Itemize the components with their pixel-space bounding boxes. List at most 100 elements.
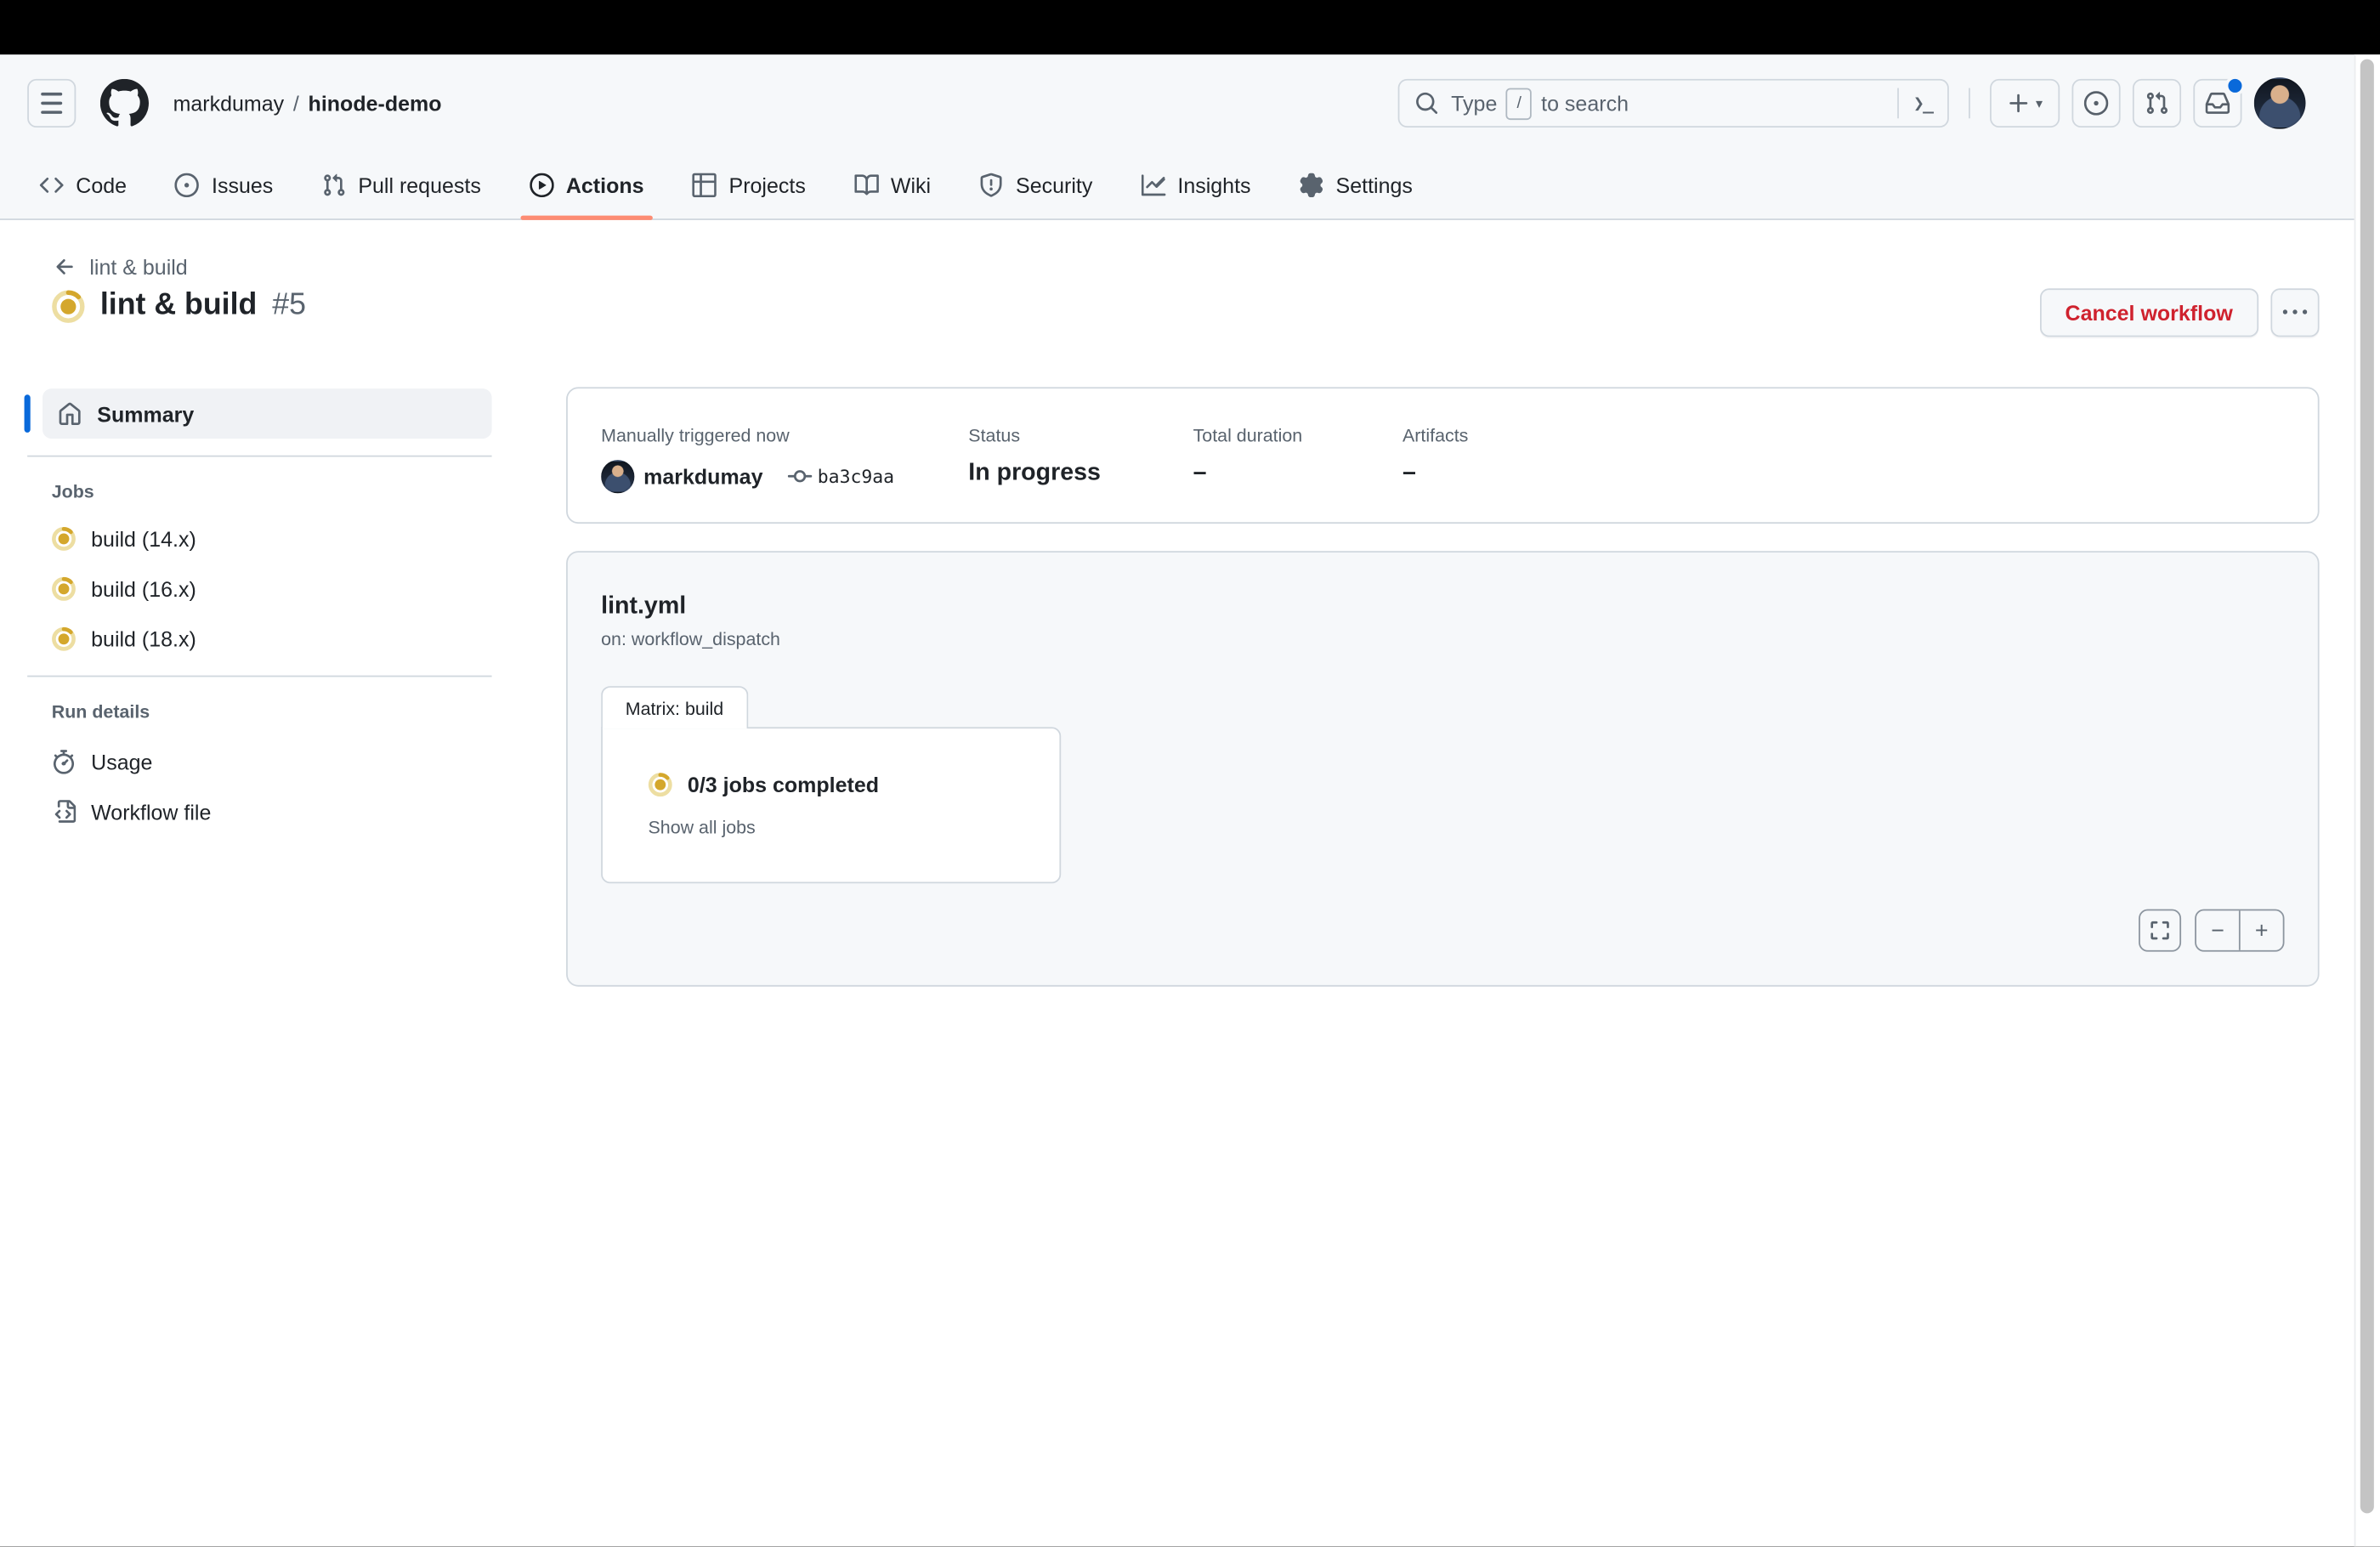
page-scrollbar — [2354, 54, 2380, 1547]
issue-opened-icon — [175, 173, 200, 198]
sidebar-item-workflow-file[interactable]: Workflow file — [27, 786, 491, 836]
trigger-label: Manually triggered now — [601, 424, 790, 446]
run-sidebar: Summary Jobs build (14.x) build (16.x) b… — [24, 388, 492, 836]
breadcrumb-owner-link[interactable]: markdumay — [173, 91, 285, 116]
jobs-list: build (14.x) build (16.x) build (18.x) — [27, 513, 491, 664]
artifacts-label: Artifacts — [1402, 424, 1469, 446]
in-progress-status-icon — [648, 773, 672, 797]
tab-settings[interactable]: Settings — [1275, 152, 1436, 219]
matrix-group: Matrix: build 0/3 jobs completed Show al… — [601, 686, 2284, 884]
trigger-value: markdumay ba3c9aa — [601, 460, 968, 494]
workflow-graph-card: lint.yml on: workflow_dispatch Matrix: b… — [566, 551, 2320, 987]
terminal-prompt-icon: ❯_ — [1912, 92, 1934, 114]
commit-link[interactable]: ba3c9aa — [787, 464, 894, 489]
duration-value: – — [1193, 460, 1207, 486]
git-pull-request-icon — [2146, 92, 2168, 114]
site-header: markdumay / hinode-demo Type / to search… — [0, 54, 2380, 220]
command-palette-hint[interactable]: ❯_ — [1896, 88, 1934, 119]
search-input[interactable]: Type / to search ❯_ — [1397, 78, 1949, 128]
issues-dashboard-button[interactable] — [2071, 78, 2121, 128]
code-icon — [39, 177, 64, 193]
tab-security[interactable]: Security — [955, 152, 1117, 219]
search-placeholder-prefix: Type — [1451, 91, 1498, 116]
zoom-control: − + — [2195, 909, 2285, 952]
inbox-icon — [2205, 92, 2230, 114]
inbox-button[interactable] — [2193, 76, 2246, 128]
status-value: In progress — [968, 460, 1101, 486]
matrix-jobs-status: 0/3 jobs completed — [687, 772, 880, 797]
breadcrumb: markdumay / hinode-demo — [173, 91, 442, 116]
shield-icon — [980, 173, 1002, 197]
in-progress-status-icon — [52, 576, 76, 600]
workflow-file-name: lint.yml — [601, 593, 687, 620]
more-options-button[interactable] — [2270, 288, 2320, 337]
gear-icon — [1300, 173, 1323, 198]
stopwatch-icon — [53, 749, 75, 774]
git-commit-icon — [787, 470, 812, 483]
tab-label: Projects — [728, 173, 806, 198]
sidebar-item-usage[interactable]: Usage — [27, 736, 491, 786]
top-black-bar — [0, 0, 2380, 55]
matrix-job-node[interactable]: 0/3 jobs completed Show all jobs — [601, 727, 1062, 884]
create-new-button[interactable]: ▾ — [1990, 78, 2060, 128]
search-icon — [1416, 92, 1438, 114]
scrollbar-thumb[interactable] — [2360, 59, 2374, 1514]
sidebar-job-build-14x[interactable]: build (14.x) — [27, 513, 491, 564]
matrix-tab: Matrix: build — [601, 686, 748, 729]
tab-label: Security — [1016, 173, 1093, 198]
pull-requests-button[interactable] — [2132, 78, 2182, 128]
issue-opened-icon — [2083, 91, 2109, 116]
header-divider — [1969, 88, 1970, 119]
plus-icon — [2009, 94, 2028, 113]
status-column: Status In progress — [968, 425, 1193, 493]
repo-tab-nav: Code Issues Pull requests Actions Projec… — [0, 152, 2380, 220]
tab-projects[interactable]: Projects — [668, 152, 830, 219]
tab-code[interactable]: Code — [15, 152, 151, 219]
run-number: #5 — [272, 288, 306, 322]
trigger-user-login[interactable]: markdumay — [643, 464, 762, 489]
cancel-workflow-button[interactable]: Cancel workflow — [2039, 288, 2259, 337]
sidebar-item-label: Workflow file — [91, 799, 212, 824]
trigger-user-avatar[interactable] — [601, 460, 635, 494]
tab-insights[interactable]: Insights — [1117, 152, 1275, 219]
in-progress-status-icon — [52, 526, 76, 550]
search-placeholder-suffix: to search — [1541, 91, 1629, 116]
back-to-workflow-link[interactable]: lint & build — [53, 255, 188, 280]
tab-wiki[interactable]: Wiki — [830, 152, 955, 219]
tab-label: Issues — [212, 173, 274, 198]
artifacts-value: – — [1402, 460, 1416, 486]
unread-notification-dot — [2224, 76, 2246, 96]
run-title-row: lint & build #5 — [52, 288, 306, 323]
breadcrumb-repo-link[interactable]: hinode-demo — [309, 91, 442, 116]
tab-actions[interactable]: Actions — [505, 152, 668, 220]
sidebar-job-build-16x[interactable]: build (16.x) — [27, 563, 491, 613]
status-label: Status — [968, 424, 1021, 446]
in-progress-status-icon — [52, 626, 76, 650]
book-icon — [853, 174, 879, 196]
tab-pull-requests[interactable]: Pull requests — [298, 152, 506, 219]
sidebar-item-summary[interactable]: Summary — [24, 388, 492, 439]
screen-full-icon — [2150, 921, 2169, 940]
arrow-left-icon — [56, 258, 73, 275]
header-right-group: Type / to search ❯_ ▾ — [1397, 76, 2306, 129]
fullscreen-button[interactable] — [2139, 909, 2182, 952]
github-logo-icon[interactable] — [99, 78, 149, 128]
run-actions: Cancel workflow — [2039, 288, 2320, 337]
matrix-status-row: 0/3 jobs completed — [648, 772, 1028, 797]
graph-icon — [1141, 174, 1166, 196]
show-all-jobs-link[interactable]: Show all jobs — [648, 817, 1028, 838]
tab-issues[interactable]: Issues — [151, 152, 298, 219]
sidebar-job-build-18x[interactable]: build (18.x) — [27, 613, 491, 663]
play-icon — [529, 173, 554, 198]
hamburger-menu-button[interactable] — [27, 78, 76, 128]
header-top-row: markdumay / hinode-demo Type / to search… — [0, 54, 2380, 151]
zoom-out-button[interactable]: − — [2196, 910, 2241, 950]
file-code-icon — [54, 799, 76, 822]
run-title: lint & build — [99, 288, 258, 322]
run-details-section-heading: Run details — [51, 700, 150, 722]
in-progress-status-icon — [52, 289, 85, 322]
zoom-in-button[interactable]: + — [2241, 910, 2283, 949]
graph-controls: − + — [2139, 909, 2285, 952]
workflow-trigger: on: workflow_dispatch — [601, 628, 780, 650]
user-avatar[interactable] — [2253, 77, 2306, 129]
